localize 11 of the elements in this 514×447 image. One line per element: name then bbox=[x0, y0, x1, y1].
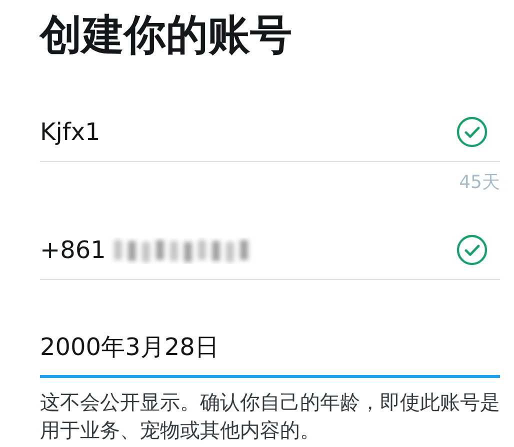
character-counter: 45天 bbox=[459, 174, 500, 192]
field-value: +861 bbox=[40, 238, 106, 262]
field-value: 2000年3月28日 bbox=[40, 334, 219, 358]
input-field[interactable]: +861 bbox=[40, 220, 500, 280]
checkmark-icon bbox=[456, 234, 488, 266]
page-title: 创建你的账号 bbox=[40, 9, 292, 56]
field-value: Kjfx1 bbox=[40, 120, 100, 144]
input-field[interactable]: 2000年3月28日 bbox=[40, 318, 500, 378]
help-text: 这不会公开显示。确认你自己的年龄，即使此账号是用于业务、宠物或其他内容的。 bbox=[40, 389, 500, 444]
checkmark-icon bbox=[456, 116, 488, 148]
input-field[interactable]: Kjfx1 bbox=[40, 102, 500, 162]
